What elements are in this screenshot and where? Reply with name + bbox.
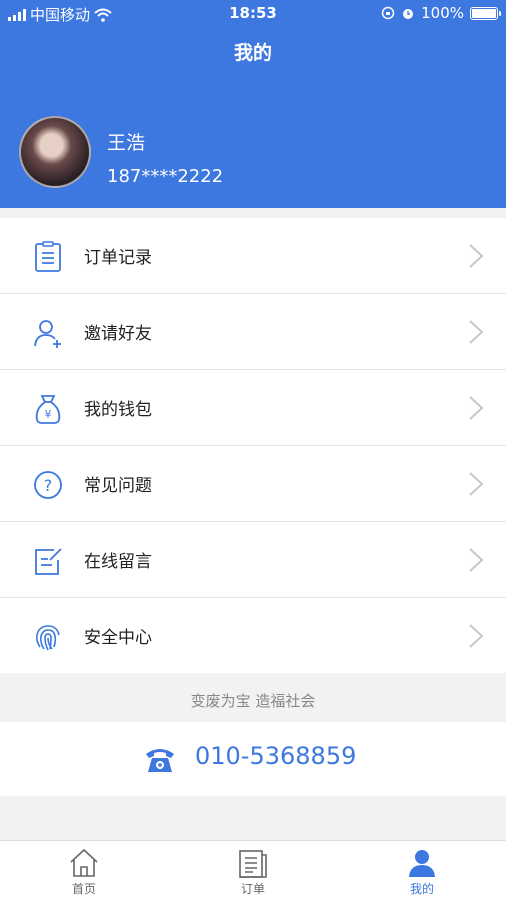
hotline-bar[interactable]: 010-5368859 [0,722,506,796]
svg-text:¥: ¥ [45,408,52,421]
invite-friend-icon [34,320,61,348]
status-bar: 中国移动 18:53 100% [0,0,506,26]
chevron-right-icon [469,548,484,572]
slogan: 变废为宝 造福社会 [190,692,316,710]
tab-orders[interactable]: 订单 [193,841,313,897]
edit-note-icon [35,548,62,575]
menu-item-label: 在线留言 [84,552,152,572]
battery-icon [470,6,501,20]
chevron-right-icon [469,396,484,420]
tab-label: 首页 [71,882,96,896]
menu-list: 订单记录 邀请好友 ¥ 我的钱包 ? 常见问题 在线留言 安全中心 [0,218,506,673]
battery-percent: 100% [421,4,464,22]
chevron-right-icon [469,244,484,268]
home-icon [70,848,98,877]
orders-icon [239,850,267,878]
wallet-icon: ¥ [35,395,61,424]
tab-label: 我的 [409,882,434,896]
avatar[interactable] [19,116,91,188]
menu-item-order-records[interactable]: 订单记录 [0,218,506,294]
header: 中国移动 18:53 100% 我的 王浩 187****2222 [0,0,506,208]
telephone-icon [146,749,174,772]
menu-item-security-center[interactable]: 安全中心 [0,598,506,673]
user-name: 王浩 [107,132,146,154]
tab-label: 订单 [240,882,265,896]
menu-item-label: 我的钱包 [84,400,152,420]
chevron-right-icon [469,624,484,648]
svg-text:?: ? [44,476,53,495]
menu-item-label: 安全中心 [84,628,152,648]
profile-icon [409,850,435,877]
chevron-right-icon [469,472,484,496]
alarm-icon [403,9,414,19]
menu-item-label: 常见问题 [84,476,152,496]
hotline-number[interactable]: 010-5368859 [195,742,356,770]
tab-profile[interactable]: 我的 [362,841,482,897]
rotation-lock-icon [381,6,395,20]
menu-item-label: 订单记录 [84,248,152,268]
menu-item-faq[interactable]: ? 常见问题 [0,446,506,522]
page-title: 我的 [233,42,272,64]
chevron-right-icon [469,320,484,344]
tab-home[interactable]: 首页 [24,841,144,897]
order-list-icon [35,241,61,272]
menu-item-label: 邀请好友 [84,324,152,344]
menu-item-online-message[interactable]: 在线留言 [0,522,506,598]
fingerprint-icon [36,625,60,651]
question-icon: ? [34,471,62,499]
menu-item-wallet[interactable]: ¥ 我的钱包 [0,370,506,446]
user-phone: 187****2222 [107,166,224,187]
tab-bar: 首页 订单 我的 [0,840,506,901]
menu-item-invite-friends[interactable]: 邀请好友 [0,294,506,370]
